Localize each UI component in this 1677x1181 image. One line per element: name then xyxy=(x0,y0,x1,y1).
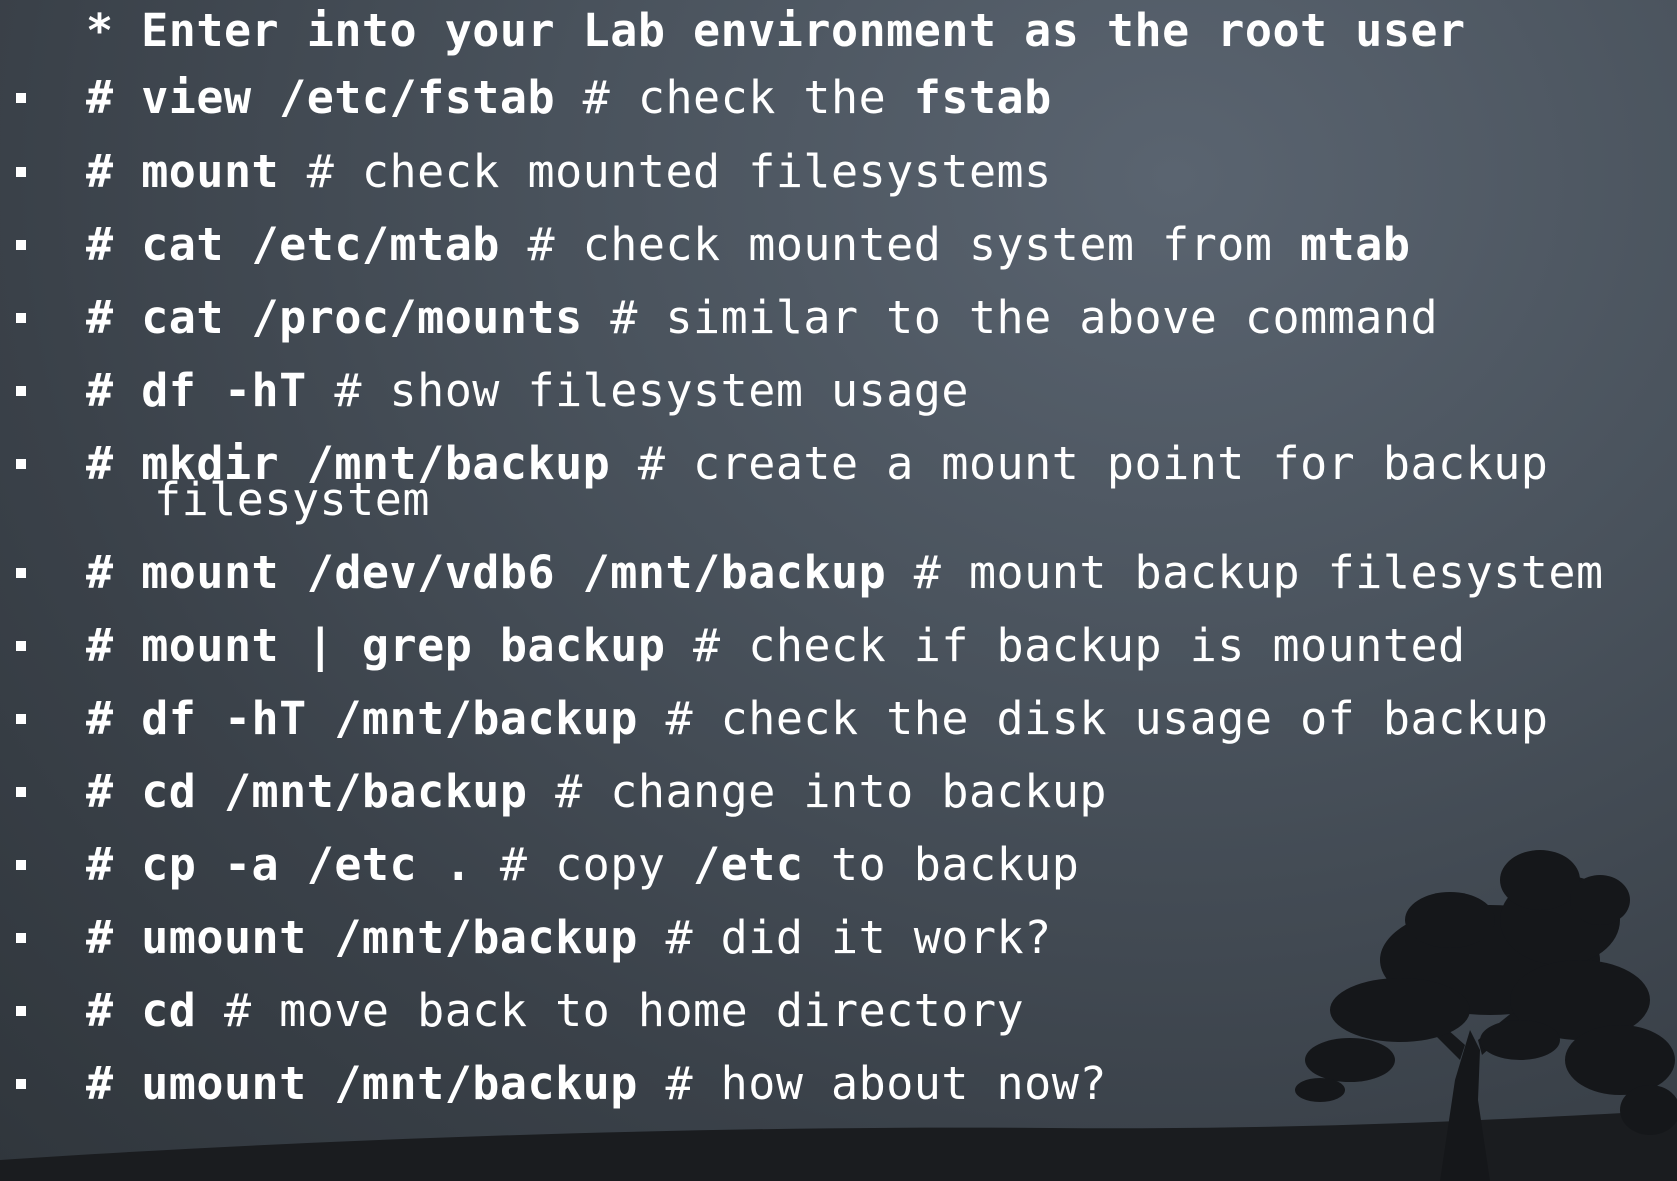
comment-text: # similar to the above command xyxy=(582,291,1439,344)
bullet-icon xyxy=(16,714,26,724)
command-text: cat /proc/mounts xyxy=(141,291,583,344)
comment-text: # check if backup is mounted xyxy=(665,619,1466,672)
command-text: mtab xyxy=(1300,218,1411,271)
comment-text: # did it work? xyxy=(637,911,1052,964)
command-text: mount xyxy=(141,145,280,198)
slide: * Enter into your Lab environment as the… xyxy=(0,0,1677,1181)
bullet-icon xyxy=(16,787,26,797)
command-line: # mount /dev/vdb6 /mnt/backup # mount ba… xyxy=(86,546,1604,599)
bullet-icon xyxy=(16,459,26,469)
command-line: # df -hT /mnt/backup # check the disk us… xyxy=(86,692,1548,745)
command-line: # cat /etc/mtab # check mounted system f… xyxy=(86,218,1410,271)
command-text: view /etc/fstab xyxy=(141,71,556,124)
command-text: # xyxy=(86,71,142,124)
comment-text: to backup xyxy=(803,838,1080,891)
command-text: mount | grep backup xyxy=(141,619,666,672)
command-line: # umount /mnt/backup # did it work? xyxy=(86,911,1052,964)
bullet-icon xyxy=(16,93,26,103)
comment-text: # check the disk usage of backup xyxy=(637,692,1549,745)
bullet-icon xyxy=(16,860,26,870)
command-text: # xyxy=(86,145,142,198)
command-text: # xyxy=(86,984,142,1037)
command-line: # umount /mnt/backup # how about now? xyxy=(86,1057,1107,1110)
bullet-icon xyxy=(16,641,26,651)
command-line: # mount # check mounted filesystems xyxy=(86,145,1052,198)
command-text: # xyxy=(86,911,142,964)
command-text: # xyxy=(86,765,142,818)
command-text: umount /mnt/backup xyxy=(141,911,638,964)
command-text: fstab xyxy=(913,71,1052,124)
comment-text: # mount backup filesystem xyxy=(886,546,1604,599)
bullet-icon xyxy=(16,933,26,943)
command-text: # xyxy=(86,838,142,891)
bullet-icon xyxy=(16,386,26,396)
command-list: # view /etc/fstab # check the fstab # mou… xyxy=(0,0,1677,1181)
command-line: # cd # move back to home directory xyxy=(86,984,1024,1037)
bullet-icon xyxy=(16,568,26,578)
bullet-icon xyxy=(16,313,26,323)
command-line: # cd /mnt/backup # change into backup xyxy=(86,765,1107,818)
comment-text: # create a mount point for backup xyxy=(610,437,1549,490)
command-text: # xyxy=(86,364,142,417)
command-text: cp -a /etc . xyxy=(141,838,473,891)
command-text: # xyxy=(86,291,142,344)
bullet-icon xyxy=(16,240,26,250)
comment-text: # check mounted filesystems xyxy=(279,145,1052,198)
command-text: mount /dev/vdb6 /mnt/backup xyxy=(141,546,887,599)
bullet-icon xyxy=(16,1006,26,1016)
command-line: # df -hT # show filesystem usage xyxy=(86,364,969,417)
bullet-icon xyxy=(16,167,26,177)
command-text: cd /mnt/backup xyxy=(141,765,528,818)
command-text: # xyxy=(86,1057,142,1110)
command-text: # xyxy=(86,546,142,599)
comment-text: # how about now? xyxy=(637,1057,1107,1110)
command-line: # cat /proc/mounts # similar to the abov… xyxy=(86,291,1438,344)
comment-continuation: filesystem xyxy=(154,473,430,526)
command-line: # cp -a /etc . # copy /etc to backup xyxy=(86,838,1079,891)
command-line: # mount | grep backup # check if backup … xyxy=(86,619,1466,672)
comment-text: # check mounted system from xyxy=(499,218,1301,271)
command-text: cat /etc/mtab xyxy=(141,218,500,271)
command-line: # view /etc/fstab # check the fstab xyxy=(86,71,1052,124)
command-text: # xyxy=(86,619,142,672)
command-text: # xyxy=(86,218,142,271)
command-text: # xyxy=(86,437,142,490)
command-text: /etc xyxy=(693,838,804,891)
bullet-icon xyxy=(16,1079,26,1089)
command-text: df -hT /mnt/backup xyxy=(141,692,638,745)
command-text: df -hT xyxy=(141,364,307,417)
comment-text: # change into backup xyxy=(527,765,1107,818)
command-text: # xyxy=(86,692,142,745)
comment-text: # move back to home directory xyxy=(196,984,1025,1037)
comment-text: # show filesystem usage xyxy=(306,364,969,417)
command-text: cd xyxy=(141,984,197,1037)
comment-text: # check the xyxy=(555,71,914,124)
comment-text: # copy xyxy=(472,838,694,891)
command-text: umount /mnt/backup xyxy=(141,1057,638,1110)
